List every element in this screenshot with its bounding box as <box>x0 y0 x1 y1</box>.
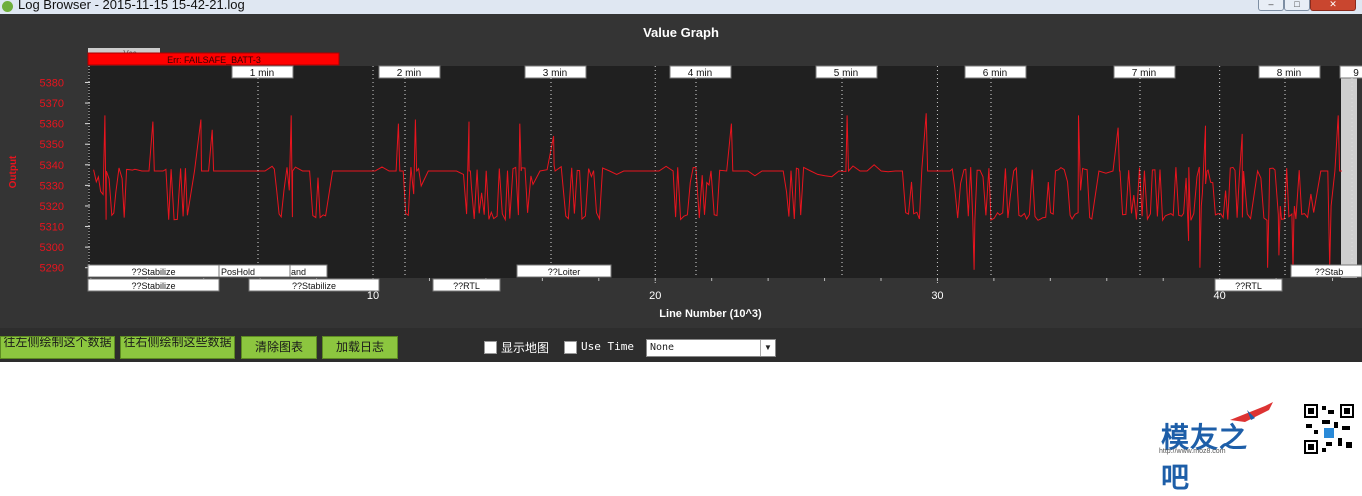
mode-label: ??RTL <box>453 281 480 291</box>
show-map-checkbox[interactable] <box>484 341 497 354</box>
minute-marker-label: 6 min <box>983 68 1007 79</box>
window-title: Log Browser - 2015-11-15 15-42-21.log <box>18 0 245 12</box>
watermark-url: http://www.moz8.com <box>1159 448 1226 455</box>
qr-code-icon <box>1302 402 1356 456</box>
plot-right-axis-button[interactable]: 往右侧绘制这些数据 <box>120 336 235 359</box>
series-select[interactable]: None ▼ <box>646 339 776 357</box>
clear-graph-button[interactable]: 清除图表 <box>241 336 317 359</box>
x-tick-label: 10 <box>367 290 379 302</box>
x-axis-label: Line Number (10^3) <box>659 308 762 320</box>
y-tick-label: 5330 <box>40 180 64 192</box>
use-time-checkbox[interactable] <box>564 341 577 354</box>
y-tick-label: 5310 <box>40 222 64 234</box>
plot-left-axis-button[interactable]: 往左侧绘制这个数据 <box>0 336 115 359</box>
y-tick-label: 5290 <box>40 263 64 275</box>
minute-marker-label: 5 min <box>834 68 858 79</box>
x-tick-label: 30 <box>931 290 943 302</box>
minute-marker-label: 3 min <box>543 68 567 79</box>
watermark-brand: 模友之吧 <box>1161 421 1249 494</box>
y-tick-label: 5350 <box>40 139 64 151</box>
mode-label: ??Loiter <box>548 267 581 277</box>
y-tick-label: 5360 <box>40 119 64 131</box>
mode-label: ??Stab <box>1315 267 1344 277</box>
watermark-logo: 模友之吧 http://www.moz8.com <box>1155 398 1275 494</box>
mode-label: PosHold <box>221 267 255 277</box>
minute-marker-label: 9 <box>1353 68 1359 79</box>
mode-label: and <box>291 267 306 277</box>
series-select-value: None <box>650 342 675 353</box>
chevron-down-icon[interactable]: ▼ <box>760 340 775 356</box>
minimize-button[interactable]: – <box>1258 0 1284 11</box>
mode-label: ??Stabilize <box>292 281 336 291</box>
load-log-button[interactable]: 加载日志 <box>322 336 398 359</box>
graph-panel: Value Graph 10 20 30 40 5380 5370 5360 5350 5340… <box>0 14 1362 328</box>
window-titlebar: Log Browser - 2015-11-15 15-42-21.log – … <box>0 0 1362 14</box>
mode-label: ??Stabilize <box>131 281 175 291</box>
app-icon <box>2 1 13 12</box>
mode-label: ??RTL <box>1235 281 1262 291</box>
minute-marker-label: 2 min <box>397 68 421 79</box>
plot-area <box>88 66 1341 278</box>
use-time-label: Use Time <box>581 340 634 353</box>
maximize-button[interactable]: □ <box>1284 0 1310 11</box>
y-axis-label: Output <box>8 155 19 188</box>
x-tick-label: 20 <box>649 290 661 302</box>
minute-marker-label: 4 min <box>688 68 712 79</box>
x-tick-label: 40 <box>1214 290 1226 302</box>
minute-marker-label: 7 min <box>1132 68 1156 79</box>
minute-marker-label: 8 min <box>1277 68 1301 79</box>
close-button[interactable]: ✕ <box>1310 0 1356 11</box>
bottom-toolbar: 往左侧绘制这个数据 往右侧绘制这些数据 清除图表 加载日志 显示地图 Use T… <box>0 328 1362 362</box>
value-graph[interactable]: 10 20 30 40 5380 5370 5360 5350 5340 5330 5320 5310… <box>0 14 1362 328</box>
show-map-label: 显示地图 <box>501 341 550 355</box>
y-tick-label: 5320 <box>40 201 64 213</box>
right-axis-strip <box>1341 78 1357 278</box>
minute-marker-label: 1 min <box>250 68 274 79</box>
mode-label: ??Stabilize <box>131 267 175 277</box>
error-label: Err: FAILSAFE_BATT-3 <box>167 55 261 65</box>
y-tick-label: 5340 <box>40 160 64 172</box>
y-tick-label: 5380 <box>40 77 64 89</box>
y-tick-label: 5300 <box>40 242 64 254</box>
y-tick-label: 5370 <box>40 98 64 110</box>
